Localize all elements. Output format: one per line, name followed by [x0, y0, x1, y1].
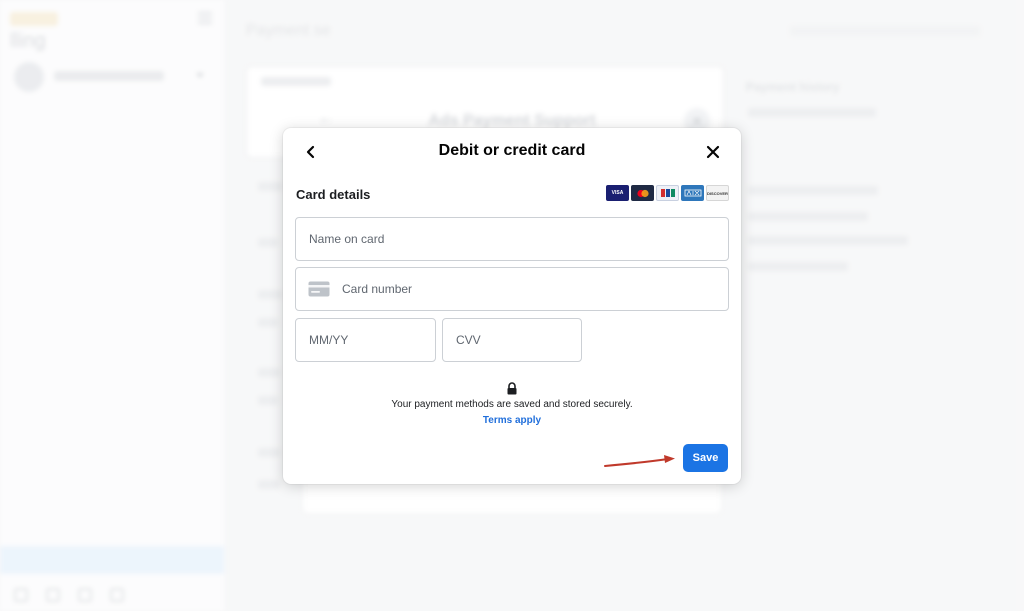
amex-mark-icon	[684, 189, 701, 197]
credit-card-icon	[308, 281, 330, 297]
card-number-placeholder: Card number	[342, 282, 413, 296]
card-details-dialog: Debit or credit card Card details VISA D…	[283, 128, 741, 484]
terms-apply-link[interactable]: Terms apply	[483, 415, 541, 426]
discover-logo-icon: DISCOVER	[706, 185, 729, 201]
close-icon	[706, 145, 720, 159]
accepted-cards: VISA DISCOVER	[606, 185, 729, 201]
mastercard-logo-icon	[631, 185, 654, 201]
cvv-placeholder: CVV	[456, 333, 481, 347]
card-details-heading: Card details	[296, 187, 371, 202]
expiry-date-placeholder: MM/YY	[309, 333, 349, 347]
amex-logo-icon	[681, 185, 704, 201]
cvv-input[interactable]: CVV	[442, 318, 582, 362]
dialog-header: Debit or credit card	[283, 128, 741, 176]
dialog-title: Debit or credit card	[438, 142, 586, 159]
expiry-date-input[interactable]: MM/YY	[295, 318, 436, 362]
annotation-arrow-icon	[604, 455, 675, 467]
lock-icon	[507, 382, 517, 395]
close-button[interactable]	[701, 140, 725, 164]
back-button[interactable]	[299, 140, 323, 164]
mastercard-circles-icon	[636, 189, 649, 197]
card-number-input[interactable]: Card number	[295, 267, 729, 311]
name-on-card-input[interactable]: Name on card	[295, 217, 729, 261]
name-on-card-placeholder: Name on card	[309, 232, 385, 246]
secure-storage-text: Your payment methods are saved and store…	[391, 399, 633, 410]
save-button[interactable]: Save	[683, 444, 728, 472]
unionpay-stripes-icon	[660, 189, 675, 197]
visa-logo-icon: VISA	[606, 185, 629, 201]
secure-storage-notice: Your payment methods are saved and store…	[283, 382, 741, 428]
chevron-left-icon	[306, 145, 315, 159]
unionpay-logo-icon	[656, 185, 679, 201]
